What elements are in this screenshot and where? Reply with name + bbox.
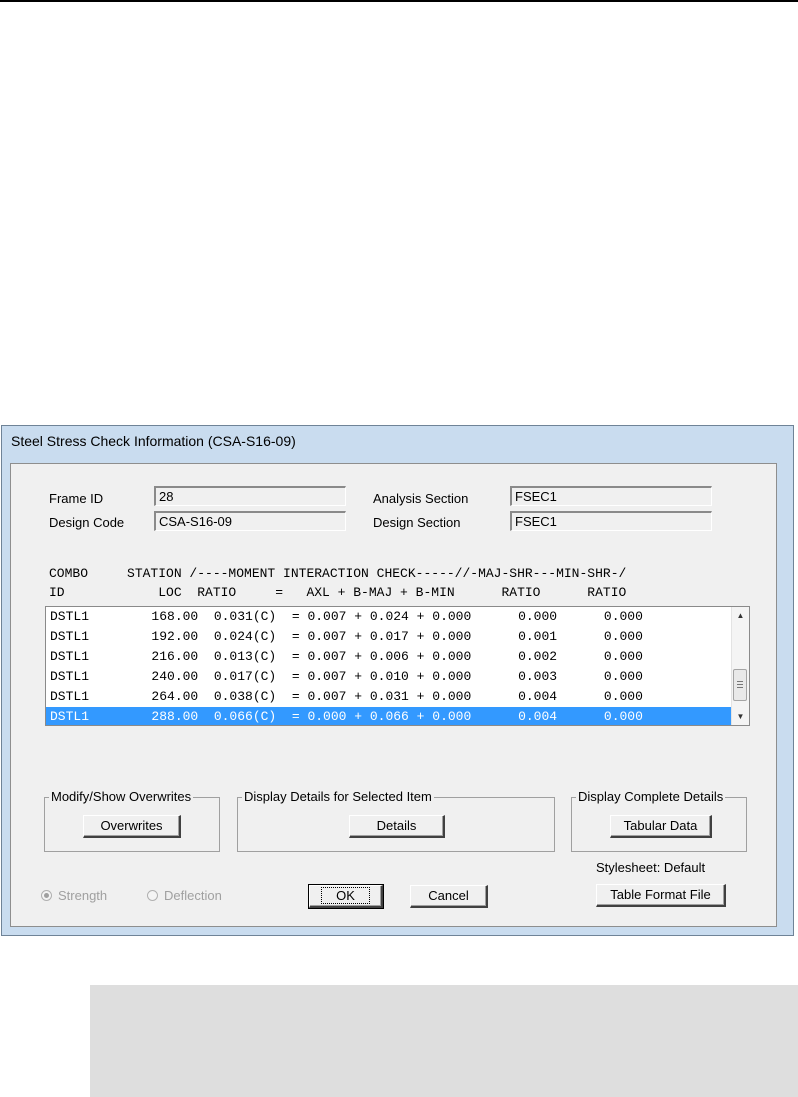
dialog-client: Frame ID 28 Design Code CSA-S16-09 Analy… <box>10 463 777 927</box>
vertical-scrollbar[interactable]: ▲ ▼ <box>731 607 749 725</box>
table-row[interactable]: DSTL1 216.00 0.013(C) = 0.007 + 0.006 + … <box>46 647 732 667</box>
window-title: Steel Stress Check Information (CSA-S16-… <box>11 433 296 449</box>
ok-button-label: OK <box>321 887 370 904</box>
deflection-radio[interactable]: Deflection <box>147 888 222 903</box>
gray-content-box <box>90 985 798 1097</box>
table-format-file-button[interactable]: Table Format File <box>596 884 726 907</box>
results-listbox[interactable]: DSTL1 168.00 0.031(C) = 0.007 + 0.024 + … <box>45 606 750 726</box>
details-button[interactable]: Details <box>349 815 445 838</box>
design-code-field: CSA-S16-09 <box>154 511 346 531</box>
frame-id-label: Frame ID <box>49 491 104 506</box>
overwrites-group-caption: Modify/Show Overwrites <box>49 789 194 804</box>
radio-selected-icon <box>41 890 52 901</box>
table-row[interactable]: DSTL1 288.00 0.066(C) = 0.000 + 0.066 + … <box>46 707 732 725</box>
title-bar[interactable]: Steel Stress Check Information (CSA-S16-… <box>2 426 793 456</box>
table-row[interactable]: DSTL1 168.00 0.031(C) = 0.007 + 0.024 + … <box>46 607 732 627</box>
analysis-section-field: FSEC1 <box>510 486 712 506</box>
strength-radio-label: Strength <box>58 888 108 903</box>
cancel-button[interactable]: Cancel <box>410 885 488 908</box>
scroll-up-arrow-icon[interactable]: ▲ <box>732 607 749 624</box>
complete-details-group-caption: Display Complete Details <box>576 789 726 804</box>
design-section-field: FSEC1 <box>510 511 712 531</box>
table-header-line-2: ID LOC RATIO = AXL + B-MAJ + B-MIN RATIO… <box>49 585 627 600</box>
scroll-down-arrow-icon[interactable]: ▼ <box>732 708 749 725</box>
analysis-section-label: Analysis Section <box>373 491 469 506</box>
stress-check-dialog: Steel Stress Check Information (CSA-S16-… <box>1 425 794 936</box>
deflection-radio-label: Deflection <box>164 888 222 903</box>
table-header-line-1: COMBO STATION /----MOMENT INTERACTION CH… <box>49 566 627 581</box>
strength-radio[interactable]: Strength <box>41 888 107 903</box>
overwrites-button[interactable]: Overwrites <box>83 815 181 838</box>
stylesheet-label: Stylesheet: Default <box>596 860 706 875</box>
table-row[interactable]: DSTL1 192.00 0.024(C) = 0.007 + 0.017 + … <box>46 627 732 647</box>
ok-button[interactable]: OK <box>308 884 384 909</box>
table-row[interactable]: DSTL1 264.00 0.038(C) = 0.007 + 0.031 + … <box>46 687 732 707</box>
table-row[interactable]: DSTL1 240.00 0.017(C) = 0.007 + 0.010 + … <box>46 667 732 687</box>
top-rule <box>0 0 798 2</box>
details-group-caption: Display Details for Selected Item <box>242 789 434 804</box>
design-code-label: Design Code <box>49 515 125 530</box>
design-section-label: Design Section <box>373 515 461 530</box>
tabular-data-button[interactable]: Tabular Data <box>610 815 712 838</box>
radio-unselected-icon <box>147 890 158 901</box>
frame-id-field: 28 <box>154 486 346 506</box>
scroll-thumb[interactable] <box>733 669 747 701</box>
